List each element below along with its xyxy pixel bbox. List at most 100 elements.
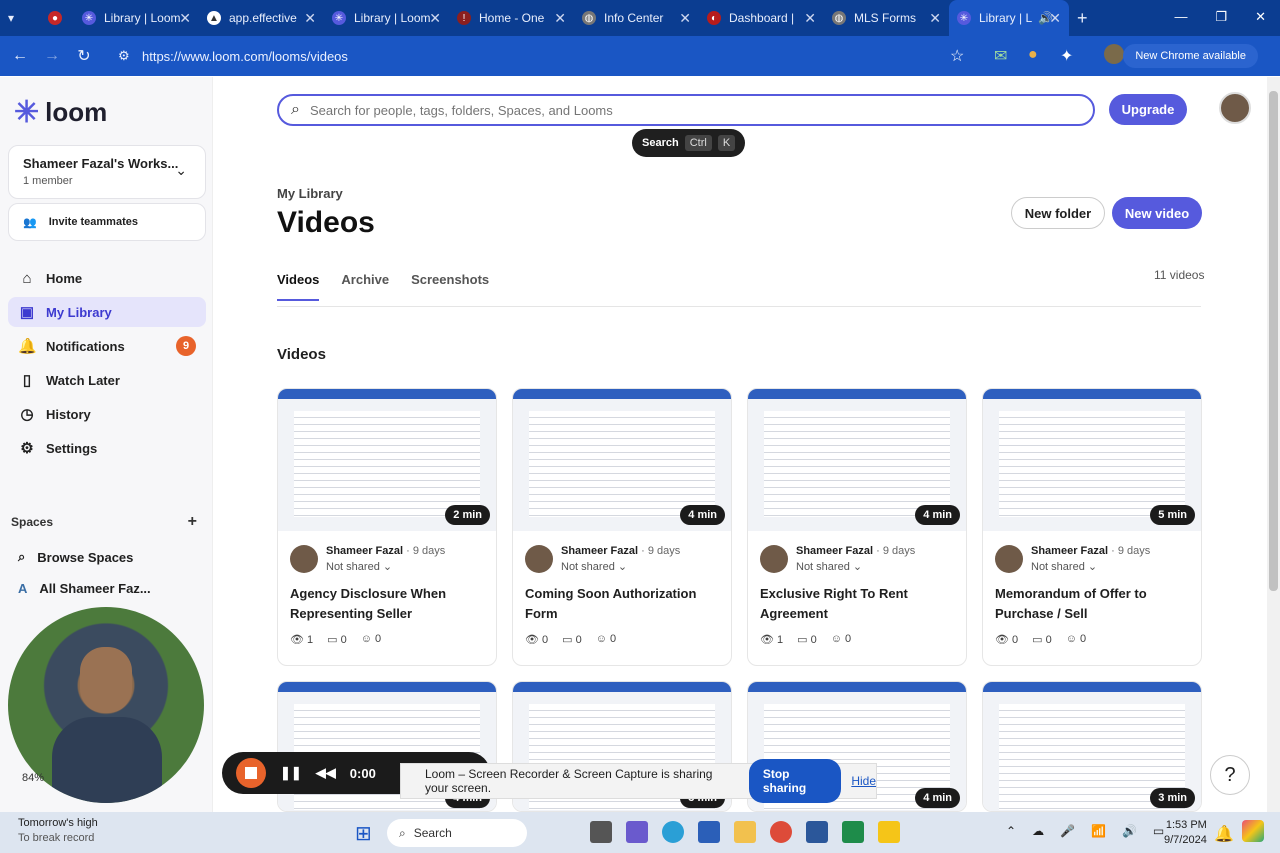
weather-widget[interactable]: Tomorrow's high To break record (18, 816, 98, 846)
share-dropdown[interactable]: Not shared ⌄ (326, 560, 445, 573)
sidebar-item-notifications[interactable]: 🔔 Notifications 9 (8, 331, 206, 361)
minimize-icon[interactable]: — (1174, 9, 1187, 25)
close-icon[interactable]: ✕ (804, 10, 816, 27)
video-card[interactable]: 3 min (982, 681, 1202, 812)
pause-icon[interactable]: ❚❚ (280, 765, 302, 781)
new-video-button[interactable]: New video (1112, 197, 1202, 229)
system-tray[interactable]: ⌃ ☁ 🎤 📶 🔊 ▭ (1006, 824, 1164, 838)
tab-library-active[interactable]: ✳ Library | L 🔊 ✕ (949, 0, 1069, 36)
loom-icon: ✳ (957, 11, 971, 25)
bookmark-star-icon[interactable]: ☆ (950, 46, 964, 66)
app-icon[interactable] (842, 821, 864, 843)
chrome-icon[interactable] (770, 821, 792, 843)
security-icon[interactable] (878, 821, 900, 843)
site-info-icon[interactable]: ⚙ (118, 48, 130, 64)
sidebar-item-history[interactable]: ◷ History (8, 399, 206, 429)
workspace-switcher[interactable]: Shameer Fazal's Works... 1 member ⌄ (8, 145, 206, 199)
copilot-icon[interactable] (1242, 820, 1264, 842)
tab-archive[interactable]: Archive (341, 272, 389, 301)
sidebar-item-my-library[interactable]: ▣ My Library (8, 297, 206, 327)
taskbar-search[interactable]: ⌕ Search (387, 819, 527, 847)
tab-library-1[interactable]: ✳ Library | Loom ✕ (74, 0, 199, 36)
windows-start-icon[interactable]: ⊞ (355, 821, 372, 846)
maximize-icon[interactable]: ❐ (1215, 9, 1227, 25)
teams-icon[interactable] (626, 821, 648, 843)
close-icon[interactable]: ✕ (1049, 10, 1061, 27)
video-title[interactable]: Agency Disclosure When Representing Sell… (290, 584, 486, 624)
profile-avatar[interactable] (1104, 44, 1124, 64)
video-thumbnail[interactable]: 3 min (983, 682, 1201, 811)
duration-badge: 4 min (915, 505, 960, 525)
task-view-icon[interactable] (590, 821, 612, 843)
tab-videos[interactable]: Videos (277, 272, 320, 301)
upgrade-button[interactable]: Upgrade (1109, 94, 1187, 125)
reload-icon[interactable]: ↻ (68, 46, 100, 66)
back-icon[interactable]: ← (4, 47, 36, 65)
new-folder-button[interactable]: New folder (1011, 197, 1105, 229)
video-card[interactable]: 4 min Shameer Fazal · 9 days Not shared ⌄… (747, 388, 967, 666)
loom-logo[interactable]: ✳ loom (14, 95, 107, 130)
video-title[interactable]: Coming Soon Authorization Form (525, 584, 721, 624)
video-thumbnail[interactable]: 5 min (983, 389, 1201, 531)
word-icon[interactable] (806, 821, 828, 843)
rewind-icon[interactable]: ◀◀ (316, 765, 336, 781)
url-field[interactable]: ⚙ https://www.loom.com/looms/videos (110, 41, 980, 71)
avatar[interactable] (1219, 92, 1251, 124)
hide-link[interactable]: Hide (851, 774, 876, 788)
help-button[interactable]: ? (1210, 755, 1250, 795)
space-item-all[interactable]: A All Shameer Faz... (18, 581, 151, 596)
tab-dashboard[interactable]: ◐ Dashboard | ✕ (699, 0, 824, 36)
close-window-icon[interactable]: ✕ (1255, 9, 1266, 25)
sidebar-item-settings[interactable]: ⚙ Settings (8, 433, 206, 463)
extension-icon[interactable]: ✉ (994, 46, 1007, 66)
extension-icon[interactable]: ● (1028, 46, 1038, 64)
close-icon[interactable]: ✕ (929, 10, 941, 27)
store-icon[interactable] (698, 821, 720, 843)
tab-effective[interactable]: ▲ app.effective ✕ (199, 0, 324, 36)
puzzle-icon[interactable]: ✦ (1060, 46, 1073, 66)
tab-home-one[interactable]: ! Home - One ✕ (449, 0, 574, 36)
browse-spaces-link[interactable]: ⌕ Browse Spaces (18, 549, 133, 565)
add-space-button[interactable]: + (188, 513, 197, 531)
video-title[interactable]: Exclusive Right To Rent Agreement (760, 584, 956, 624)
share-dropdown[interactable]: Not shared ⌄ (561, 560, 680, 573)
record-icon: ● (48, 11, 62, 25)
tab-library-2[interactable]: ✳ Library | Loom ✕ (324, 0, 449, 36)
video-card[interactable]: 4 min Shameer Fazal · 9 days Not shared ⌄… (512, 388, 732, 666)
explorer-icon[interactable] (734, 821, 756, 843)
video-title[interactable]: Memorandum of Offer to Purchase / Sell (995, 584, 1191, 624)
search-bar[interactable]: ⌕ (277, 94, 1095, 126)
tab-pinned[interactable]: ● (40, 0, 74, 36)
video-card[interactable]: 2 min Shameer Fazal · 9 days Not shared ⌄… (277, 388, 497, 666)
card-meta: Shameer Fazal · 9 days Not shared ⌄ (525, 545, 680, 573)
chrome-update-button[interactable]: New Chrome available (1123, 44, 1258, 68)
video-thumbnail[interactable]: 4 min (748, 389, 966, 531)
close-icon[interactable]: ✕ (304, 10, 316, 27)
close-icon[interactable]: ✕ (679, 10, 691, 27)
close-icon[interactable]: ✕ (429, 10, 441, 27)
video-thumbnail[interactable]: 4 min (513, 389, 731, 531)
sidebar-item-home[interactable]: ⌂ Home (8, 263, 206, 293)
edge-icon[interactable] (662, 821, 684, 843)
new-tab-button[interactable]: + (1069, 0, 1109, 36)
clock[interactable]: 1:53 PM 9/7/2024 (1164, 818, 1207, 848)
tab-screenshots[interactable]: Screenshots (411, 272, 489, 301)
search-input[interactable] (309, 102, 1030, 118)
invite-teammates-button[interactable]: 👥 Invite teammates (8, 203, 206, 241)
share-dropdown[interactable]: Not shared ⌄ (1031, 560, 1150, 573)
notification-bell-icon[interactable]: 🔔 (1214, 824, 1234, 844)
stop-sharing-button[interactable]: Stop sharing (748, 759, 842, 803)
share-dropdown[interactable]: Not shared ⌄ (796, 560, 915, 573)
tab-search-button[interactable]: ▾ (0, 0, 40, 36)
forward-icon[interactable]: → (36, 47, 68, 65)
close-icon[interactable]: ✕ (554, 10, 566, 27)
sidebar-item-watch-later[interactable]: ▯ Watch Later (8, 365, 206, 395)
tab-info-center[interactable]: ◍ Info Center ✕ (574, 0, 699, 36)
video-thumbnail[interactable]: 2 min (278, 389, 496, 531)
video-card[interactable]: 5 min Shameer Fazal · 9 days Not shared ⌄… (982, 388, 1202, 666)
scrollbar[interactable] (1267, 77, 1280, 812)
close-icon[interactable]: ✕ (179, 10, 191, 27)
breadcrumb[interactable]: My Library (277, 186, 343, 201)
stop-recording-button[interactable] (236, 758, 266, 788)
tab-mls-forms[interactable]: ◍ MLS Forms ✕ (824, 0, 949, 36)
